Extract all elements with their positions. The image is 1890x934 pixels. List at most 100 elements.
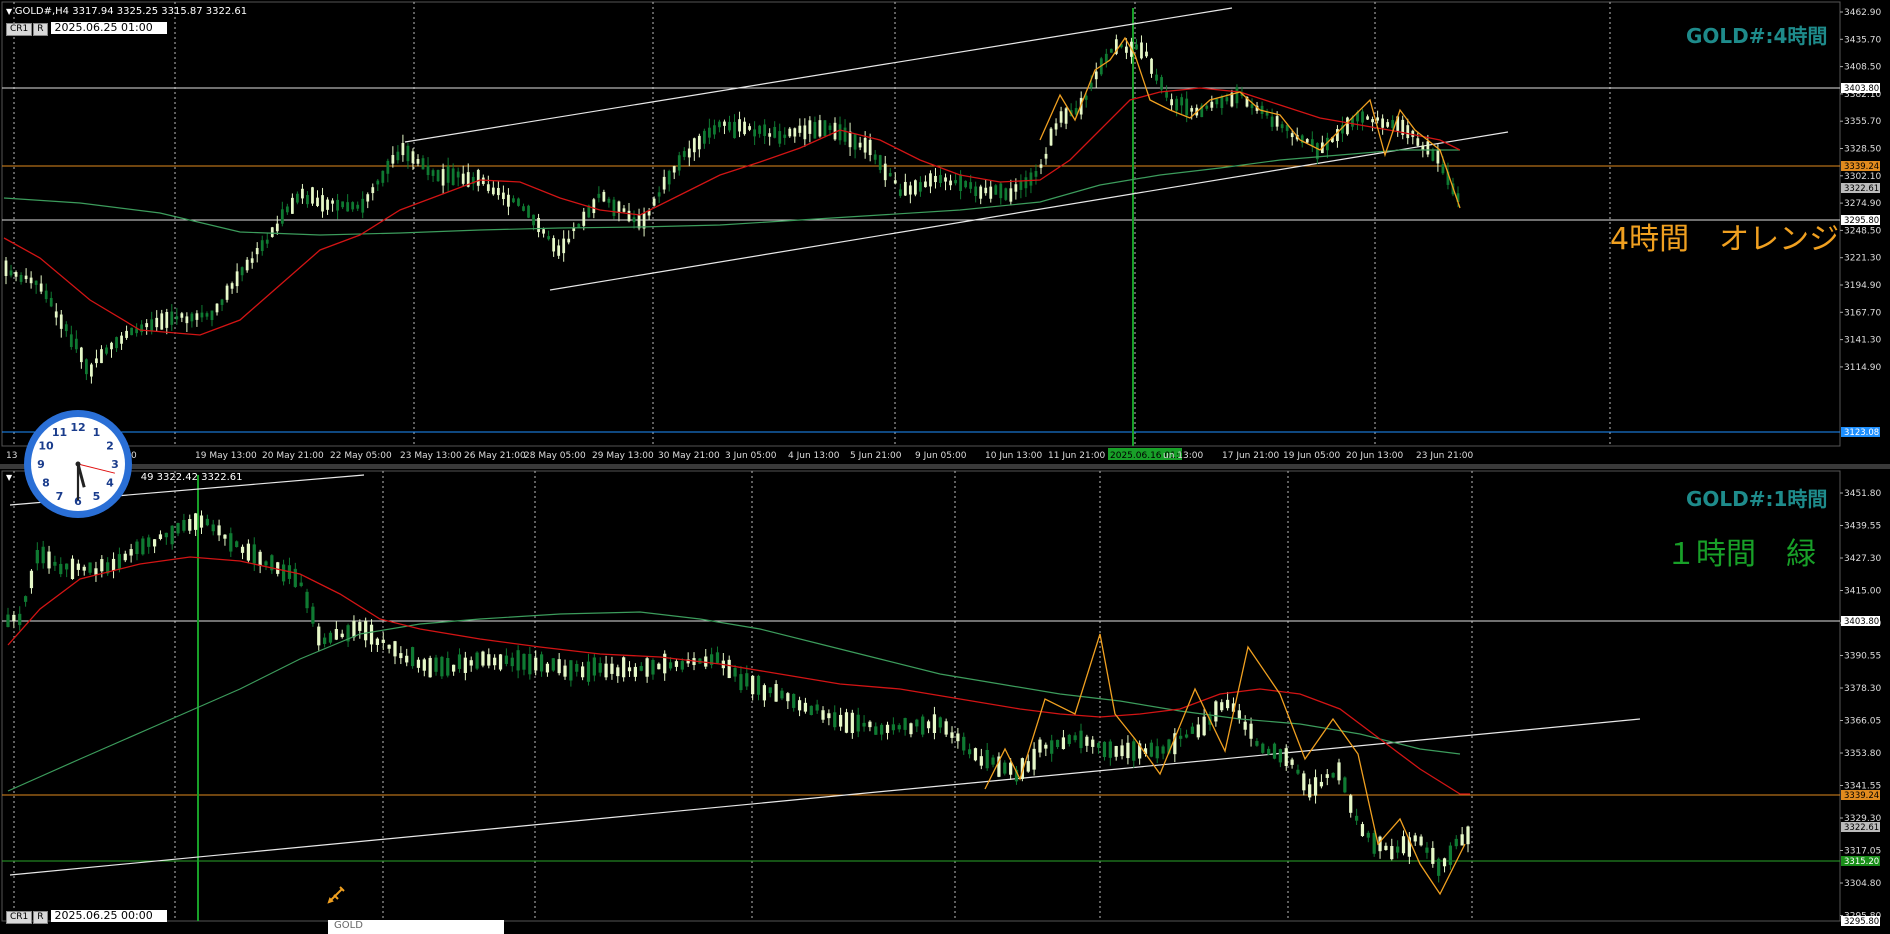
h1-candle-body — [768, 687, 772, 694]
h1-candle-body — [616, 667, 620, 677]
h1-candle-body — [1073, 735, 1077, 741]
h1-candle-body — [82, 566, 86, 571]
h4-note-label: 4時間 オレンジ — [1610, 222, 1840, 257]
h1-candle-body — [1096, 743, 1101, 748]
h1-candle-body — [393, 641, 397, 657]
h1-candle-body — [1460, 834, 1464, 846]
h1-candle-body — [135, 541, 139, 555]
h1-candle-body — [1255, 741, 1259, 746]
h4-r-button[interactable]: R — [33, 23, 48, 36]
h1-candle-body — [29, 570, 34, 589]
h4-candle-body — [768, 133, 772, 137]
h4-candle-body — [356, 204, 360, 209]
h4-candle-body — [577, 223, 581, 228]
h1-candle-body — [862, 722, 866, 727]
h4-candle-body — [537, 217, 540, 233]
h1-candle-body — [627, 667, 632, 672]
h4-candle-body — [903, 181, 907, 196]
h1-candle-body — [1055, 739, 1060, 748]
h1-candle-body — [416, 659, 421, 668]
h4-date-box[interactable]: 2025.06.25 01:00 — [50, 22, 167, 34]
h4-chart-pane[interactable]: 3462.90 3435.70 3408.50 3382.10 3355.70 3328.… — [0, 0, 1890, 466]
pencil-icon[interactable] — [326, 883, 348, 905]
h1-candle-body — [1425, 847, 1429, 853]
h4-candle-body — [934, 175, 937, 183]
h4-candle-body — [1431, 149, 1435, 161]
h4-candle-body — [582, 211, 586, 226]
h4-candle-body — [868, 139, 872, 156]
h4-candle-body — [1361, 111, 1364, 123]
h1-candle-body — [885, 724, 890, 733]
h4-time-label-14: 10 Jun 13:00 — [985, 451, 1042, 461]
h1-candle-body — [217, 525, 221, 536]
h4-candle-body — [1305, 139, 1309, 143]
h1-candle-body — [1038, 739, 1042, 753]
h4-candle-body — [321, 195, 324, 212]
h1-candle-body — [1313, 777, 1318, 796]
h4-candle-body — [1019, 180, 1023, 190]
h4-candle-body — [999, 183, 1003, 199]
h4-candle-body — [1135, 44, 1138, 50]
h4-chart-canvas[interactable]: 3462.903435.703408.503382.103355.703328.… — [0, 0, 1890, 464]
h4-candle-body — [4, 260, 8, 276]
h1-candle-body — [94, 568, 98, 575]
h1-price-label-8: 3353.80 — [1844, 749, 1881, 759]
h4-price-label-7: 3274.90 — [1844, 199, 1881, 209]
h1-candle-body — [985, 749, 989, 769]
h4-candle-body — [512, 198, 515, 203]
h1-toolbar: CR1 R 2025.06.25 00:00 — [6, 910, 167, 924]
h4-candle-body — [1225, 97, 1229, 102]
h1-candle-body — [809, 705, 813, 716]
clock-numeral-12: 12 — [70, 421, 85, 434]
h4-candle-body — [622, 208, 626, 212]
h1-candle-body — [780, 690, 784, 699]
h1-candle-body — [358, 622, 362, 631]
h4-time-label-5: 23 May 13:00 — [400, 451, 462, 461]
h1-candle-body — [639, 666, 643, 671]
h1-chart-pane[interactable]: 3451.80 3439.55 3427.30 3415.00 3403.80 3390.… — [0, 469, 1890, 928]
h4-candle-body — [34, 280, 38, 285]
h4-ma-red-line — [3, 87, 1461, 336]
h4-candle-body — [421, 158, 425, 170]
h1-candle-body — [1354, 815, 1359, 821]
h4-candle-body — [522, 206, 525, 211]
h1-candle-body — [1454, 838, 1458, 847]
h4-price-label-11: 3167.70 — [1844, 308, 1881, 318]
h4-candle-body — [532, 214, 535, 226]
h1-candle-body — [815, 704, 819, 711]
h1-candle-body — [973, 748, 978, 761]
h4-candle-body — [79, 347, 83, 363]
h4-candle-body — [919, 182, 922, 192]
h1-candle-body — [868, 721, 872, 728]
h1-candle-body — [328, 632, 333, 643]
h4-candle-body — [718, 121, 721, 128]
h1-candle-body — [1343, 777, 1347, 793]
h1-chart-canvas[interactable]: 3451.80 3439.55 3427.30 3415.00 3403.80 3390.… — [0, 469, 1890, 928]
h4-candle-body — [682, 151, 686, 157]
h4-candle-body — [969, 182, 973, 189]
h4-time-label-8: 29 May 13:00 — [592, 451, 654, 461]
h1-candle-body — [956, 733, 960, 742]
h4-candle-body — [1270, 116, 1274, 127]
h4-candle-body — [738, 119, 741, 132]
h1-candle-body — [1102, 741, 1107, 758]
h1-candle-body — [246, 543, 251, 561]
h4-candle-body — [1044, 153, 1048, 159]
h1-candle-body — [1202, 716, 1206, 736]
h1-candle-body — [41, 546, 45, 564]
h4-candle-body — [1381, 118, 1385, 128]
h1-candle-body — [405, 655, 409, 663]
h4-price-tag-4: 3123.08 — [1844, 428, 1879, 438]
h1-date-box[interactable]: 2025.06.25 00:00 — [50, 910, 167, 922]
h1-price-tag-4: 3295.80 — [1844, 917, 1879, 927]
h4-candle-body — [527, 205, 530, 218]
h4-candle-body — [723, 121, 726, 126]
h4-cr1-button[interactable]: CR1 — [6, 23, 33, 36]
h1-cr1-button[interactable]: CR1 — [6, 911, 33, 924]
h1-r-button[interactable]: R — [33, 911, 48, 924]
h4-candle-body — [1059, 111, 1063, 123]
h4-candle-body — [1145, 51, 1148, 57]
clock-widget[interactable]: 1234567891011 12 — [22, 408, 134, 520]
h1-candle-body — [1261, 743, 1265, 753]
h4-time-label-2: 19 May 13:00 — [195, 451, 257, 461]
